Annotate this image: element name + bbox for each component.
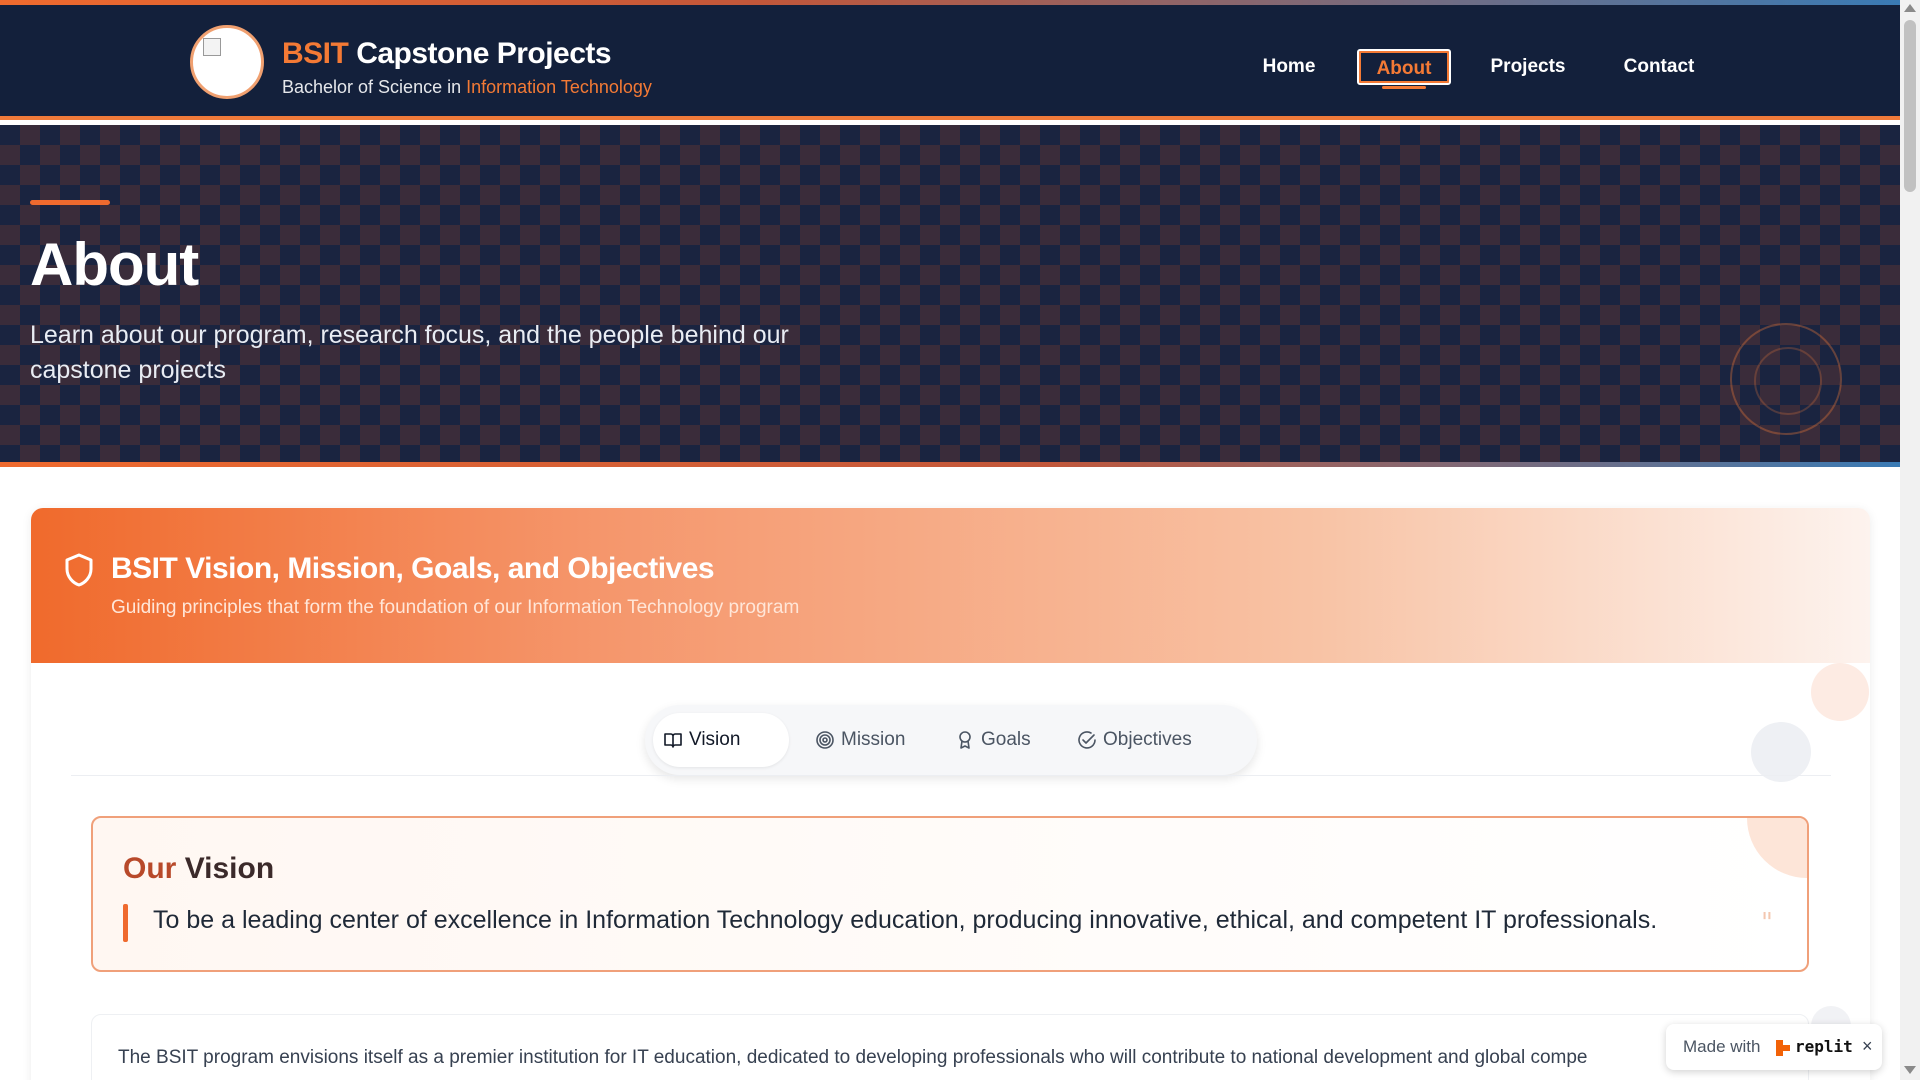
tab-vision[interactable]: Vision [653, 713, 789, 767]
brand-accent: BSIT [282, 37, 349, 70]
tabs-divider [71, 775, 1831, 776]
scroll-up-arrow-icon[interactable] [1904, 4, 1916, 12]
tab-objectives-label: Objectives [1103, 729, 1192, 750]
vision-description-box: The BSIT program envisions itself as a p… [91, 1014, 1809, 1080]
hero-title: About [30, 231, 199, 298]
vision-statement-box: Our Vision To be a leading center of exc… [91, 816, 1809, 972]
card-title: BSIT Vision, Mission, Goals, and Objecti… [111, 552, 715, 585]
vmgo-tabs: Vision Mission Goals Objectives [645, 705, 1257, 775]
award-icon [959, 731, 971, 749]
vision-title-rest: Vision [184, 852, 275, 885]
broken-image-icon [203, 38, 221, 56]
decorative-circle [1751, 722, 1811, 782]
quote-accent-bar [123, 904, 128, 942]
vision-description: The BSIT program envisions itself as a p… [118, 1047, 1588, 1068]
hero-accent-bar [30, 200, 110, 205]
close-icon[interactable]: × [1862, 1036, 1873, 1057]
tab-goals[interactable]: Goals [945, 713, 1055, 767]
card-subtitle: Guiding principles that form the foundat… [111, 597, 800, 618]
check-circle-icon [1078, 731, 1096, 749]
vmgo-card: BSIT Vision, Mission, Goals, and Objecti… [31, 508, 1870, 1080]
nav-home[interactable]: Home [1250, 49, 1328, 85]
vision-statement: To be a leading center of excellence in … [153, 906, 1658, 934]
shield-icon [65, 553, 93, 587]
vision-title-accent: Our [123, 852, 177, 885]
brand-subtitle: Bachelor of Science in Information Techn… [282, 77, 652, 98]
site-header: BSIT Capstone Projects Bachelor of Scien… [0, 5, 1900, 125]
page-scrollbar[interactable] [1900, 0, 1920, 1080]
nav-about[interactable]: About [1357, 49, 1451, 85]
made-with-replit-badge[interactable]: Made with replit × [1666, 1024, 1882, 1070]
hero-description: Learn about our program, research focus,… [30, 321, 789, 384]
vision-title: Our Vision [123, 852, 274, 886]
decorative-circle [1811, 663, 1869, 721]
nav-contact[interactable]: Contact [1611, 49, 1707, 85]
hero-banner: About Learn about our program, research … [0, 125, 1900, 465]
hero-bottom-strip [0, 462, 1900, 467]
tab-mission-label: Mission [841, 729, 906, 750]
hero-decorative-ring [1730, 323, 1842, 435]
tab-mission[interactable]: Mission [805, 713, 929, 767]
badge-made-with: Made with [1683, 1037, 1761, 1056]
site-logo[interactable] [190, 25, 264, 99]
replit-logo-icon [1776, 1040, 1790, 1056]
brand-subtitle-prefix: Bachelor of Science in [282, 77, 462, 97]
decorative-corner [1747, 818, 1807, 878]
badge-brand: replit [1795, 1037, 1853, 1056]
quote-mark-icon: " [1761, 908, 1773, 938]
tab-objectives[interactable]: Objectives [1067, 713, 1227, 767]
book-open-icon [664, 733, 682, 748]
brand-title[interactable]: BSIT Capstone Projects [282, 37, 612, 71]
brand-rest: Capstone Projects [356, 37, 612, 70]
card-header: BSIT Vision, Mission, Goals, and Objecti… [31, 508, 1870, 663]
nav-projects[interactable]: Projects [1481, 49, 1575, 85]
tab-goals-label: Goals [981, 729, 1031, 750]
target-icon [816, 731, 834, 749]
scroll-down-arrow-icon[interactable] [1904, 1066, 1916, 1074]
brand-subtitle-accent: Information Technology [466, 77, 652, 97]
scroll-thumb[interactable] [1904, 20, 1916, 192]
tab-vision-label: Vision [689, 729, 741, 750]
